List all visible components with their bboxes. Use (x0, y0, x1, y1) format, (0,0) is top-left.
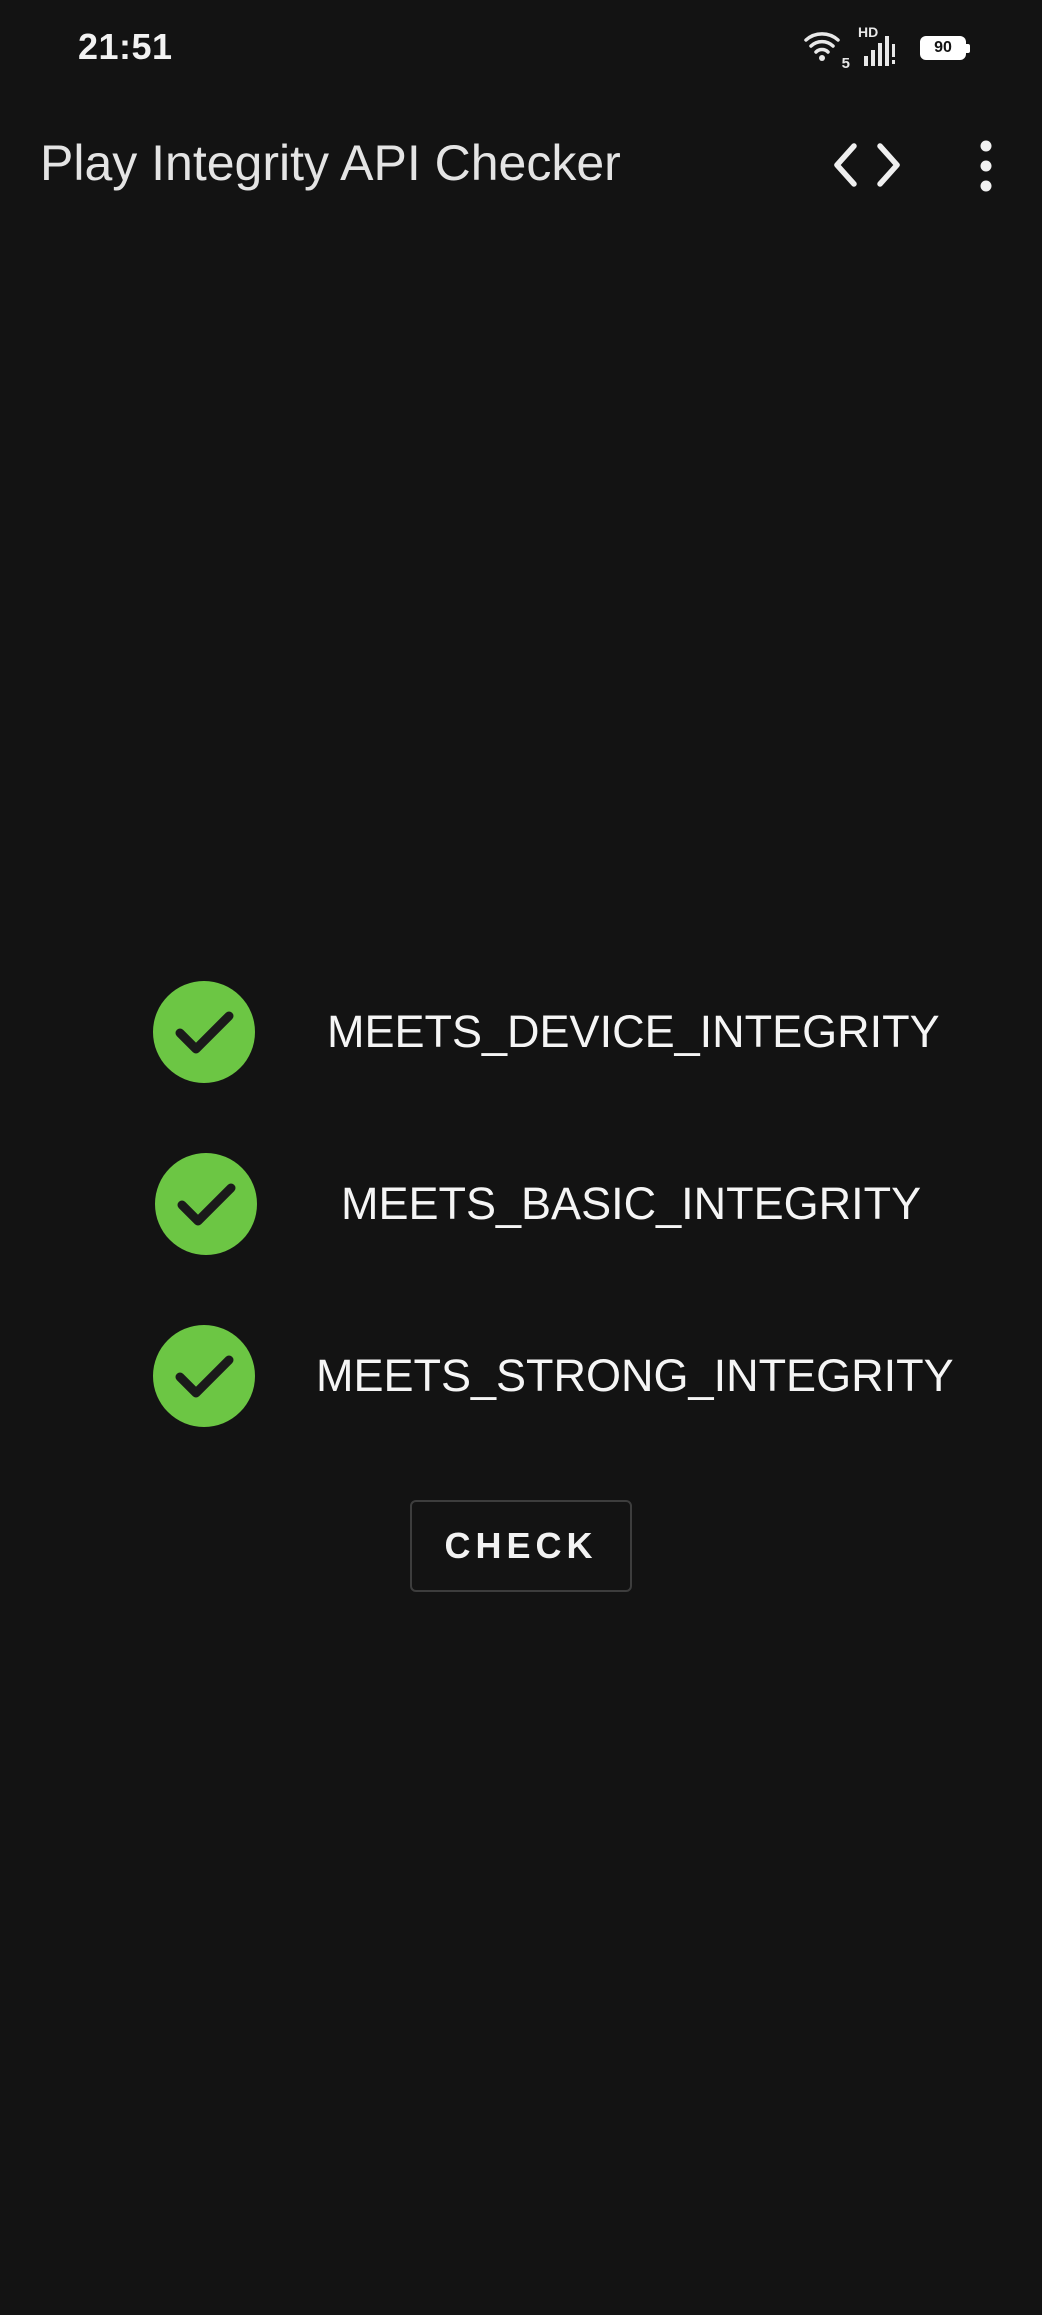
result-label: MEETS_BASIC_INTEGRITY (341, 1178, 922, 1229)
code-brackets-icon[interactable] (830, 140, 904, 190)
battery-body: 90 (920, 36, 966, 60)
result-label: MEETS_STRONG_INTEGRITY (316, 1350, 954, 1401)
app-title: Play Integrity API Checker (40, 135, 621, 191)
battery-tip (966, 44, 970, 53)
wifi-icon: 5 (802, 28, 850, 72)
result-row-basic-integrity: MEETS_BASIC_INTEGRITY (0, 1152, 1042, 1256)
result-label: MEETS_DEVICE_INTEGRITY (327, 1006, 940, 1057)
check-circle-icon (153, 981, 255, 1083)
status-icons: 5 HD 90 (802, 24, 970, 72)
cellular-signal-icon: HD (858, 24, 898, 68)
battery-level: 90 (934, 39, 952, 56)
app-bar: Play Integrity API Checker (0, 100, 1042, 234)
check-circle-icon (153, 1325, 255, 1427)
status-bar: 21:51 5 HD 90 (0, 0, 1042, 100)
result-row-device-integrity: MEETS_DEVICE_INTEGRITY (0, 980, 1042, 1084)
battery-icon: 90 (920, 36, 970, 60)
more-vertical-icon[interactable] (966, 136, 1006, 196)
screen: 21:51 5 HD 90 Play Integrity API Checker… (0, 0, 1042, 2315)
check-button[interactable]: CHECK (410, 1500, 632, 1592)
result-row-strong-integrity: MEETS_STRONG_INTEGRITY (0, 1324, 1042, 1428)
wifi-badge: 5 (841, 55, 850, 72)
status-time: 21:51 (78, 26, 173, 67)
check-circle-icon (155, 1153, 257, 1255)
network-label: HD (858, 24, 879, 40)
